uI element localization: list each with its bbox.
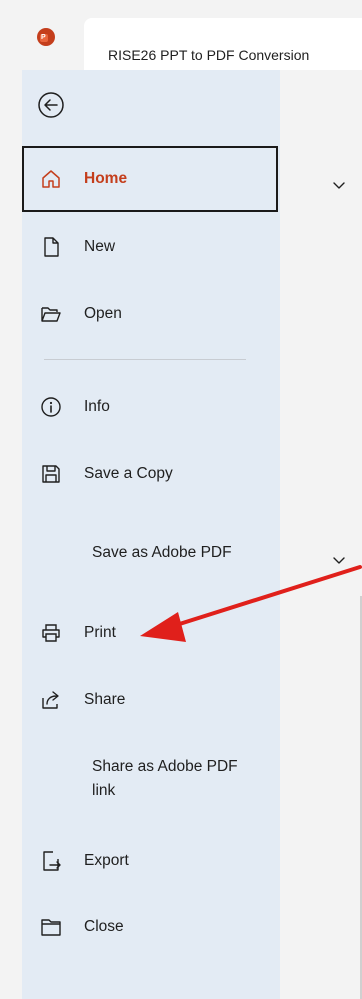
nav-item-label: Save a Copy xyxy=(84,465,173,482)
print-icon xyxy=(40,622,62,644)
nav-item-save-a-copy[interactable]: Save a Copy xyxy=(22,441,280,507)
document-title: RISE26 PPT to PDF Conversion xyxy=(108,47,310,63)
powerpoint-logo-icon: P xyxy=(37,28,55,46)
title-bar: P RISE26 PPT to PDF Conversion xyxy=(0,0,362,70)
nav-item-share[interactable]: Share xyxy=(22,667,280,733)
close-folder-icon xyxy=(40,916,62,938)
nav-item-print[interactable]: Print xyxy=(22,600,280,666)
nav-item-label: Save as Adobe PDF xyxy=(92,544,232,561)
nav-item-close[interactable]: Close xyxy=(22,894,280,960)
info-icon xyxy=(40,396,62,418)
backstage-content xyxy=(280,70,362,999)
chevron-down-icon[interactable] xyxy=(332,553,346,567)
nav-item-open[interactable]: Open xyxy=(22,281,280,347)
nav-item-home[interactable]: Home xyxy=(22,146,278,212)
nav-item-label: Print xyxy=(84,624,116,641)
new-file-icon xyxy=(40,236,62,258)
export-icon xyxy=(40,850,62,872)
nav-item-label: New xyxy=(84,238,116,255)
nav-item-save-as-adobe-pdf[interactable]: Save as Adobe PDF xyxy=(22,518,280,588)
nav-item-label: Share xyxy=(84,691,126,708)
nav-item-label: Share as Adobe PDF link xyxy=(92,758,238,799)
nav-item-label: Info xyxy=(84,398,110,415)
nav-item-share-as-adobe-pdf-link[interactable]: Share as Adobe PDF link xyxy=(22,744,280,814)
nav-item-new[interactable]: New xyxy=(22,214,280,280)
nav-item-label: Close xyxy=(84,918,124,935)
nav-item-label: Open xyxy=(84,305,122,322)
nav-item-info[interactable]: Info xyxy=(22,374,280,440)
nav-item-export[interactable]: Export xyxy=(22,828,280,894)
home-icon xyxy=(40,168,62,190)
back-arrow-icon xyxy=(38,92,64,118)
nav-item-label: Home xyxy=(84,170,128,187)
back-button[interactable] xyxy=(36,90,66,120)
save-icon xyxy=(40,463,62,485)
open-folder-icon xyxy=(40,303,62,325)
share-icon xyxy=(40,689,62,711)
nav-item-label: Export xyxy=(84,852,129,869)
nav-divider xyxy=(44,359,246,360)
chevron-down-icon[interactable] xyxy=(332,178,346,192)
